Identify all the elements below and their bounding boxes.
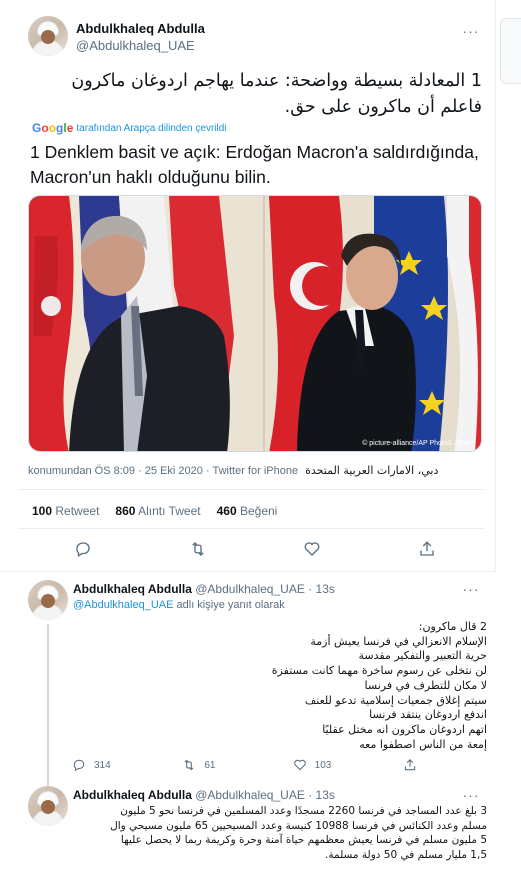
reply-text-line: 3 بلغ عدد المساجد في فرنسا 2260 مسجدًا و… [120, 805, 487, 817]
author-name[interactable]: Abdulkhaleq Abdulla [73, 788, 192, 802]
reply-icon[interactable] [74, 540, 92, 558]
replies-count: 314 [94, 759, 111, 771]
more-options-icon[interactable]: ··· [462, 24, 480, 42]
reply-time[interactable]: · 13s [308, 788, 335, 802]
reply-icon[interactable] [72, 758, 86, 772]
reply-text-line: اندفع اردوغان ينتقد فرنسا [369, 708, 487, 722]
tweet-timestamp[interactable]: konumundan ÖS 8:09 · 25 Eki 2020 · Twitt… [28, 465, 298, 477]
share-icon[interactable] [418, 540, 436, 558]
avatar[interactable] [28, 16, 68, 56]
retweet-icon[interactable] [182, 758, 196, 772]
reply-to-mention[interactable]: @Abdulkhaleq_UAE [73, 599, 173, 611]
translation-attribution-text: tarafından Arapça dilinden çevrildi [76, 122, 227, 134]
tweet-photo[interactable]: © picture-alliance/AP Photo/L. Marin [28, 195, 482, 452]
reply-text-line: حرية التعبير والتفكير مقدسة [358, 649, 487, 663]
reply-time[interactable]: · 13s [308, 582, 335, 596]
author-handle[interactable]: @Abdulkhaleq_UAE [76, 38, 195, 53]
share-icon[interactable] [403, 758, 417, 772]
reply-text: 2 قال ماكرون: الإسلام الانعزالي في فرنسا… [73, 620, 487, 752]
translation-attribution[interactable]: Google tarafından Arapça dilinden çevril… [32, 121, 227, 135]
photo-credit: © picture-alliance/AP Photo/L. Marin [362, 440, 475, 447]
reply-actions: 314 61 103 [72, 758, 417, 772]
replying-to: @Abdulkhaleq_UAE adlı kişiye yanıt olara… [73, 599, 285, 611]
reply-text-line: 1,5 مليار مسلم في 50 دولة مسلمة. [325, 848, 487, 861]
avatar[interactable] [28, 580, 68, 620]
author-handle[interactable]: @Abdulkhaleq_UAE [195, 788, 305, 802]
reply-text-line: 2 قال ماكرون: [418, 620, 487, 633]
side-panel-edge [500, 18, 521, 84]
reply-to-suffix: adlı kişiye yanıt olarak [176, 599, 285, 611]
reply-text-line: الإسلام الانعزالي في فرنسا يعيش أزمة [310, 634, 487, 648]
google-logo-icon: Google [32, 121, 74, 135]
tweet-meta: konumundan ÖS 8:09 · 25 Eki 2020 · Twitt… [28, 464, 438, 477]
quotes-label: Alıntı Tweet [138, 504, 201, 518]
retweets-label: Retweet [55, 504, 100, 518]
reply-header: Abdulkhaleq Abdulla @Abdulkhaleq_UAE · 1… [73, 788, 335, 802]
like-action[interactable]: 103 [293, 758, 333, 772]
divider [18, 489, 484, 490]
likes-stat[interactable]: 460 Beğeni [217, 504, 278, 518]
likes-count: 460 [216, 504, 237, 518]
side-panel-strip [496, 0, 521, 871]
reply-text-line: لا مكان للتطرف في فرنسا [364, 678, 487, 692]
tweet-location[interactable]: دبي، الامارات العربية المتحدة [305, 464, 438, 477]
author-handle[interactable]: @Abdulkhaleq_UAE [195, 582, 305, 596]
reply-text-line: اتهم اردوغان ماكرون انه مختل عقليًا [322, 722, 487, 736]
avatar[interactable] [28, 786, 68, 826]
reply-text-line: لن نتخلى عن رسوم ساخرة مهما كانت مستفزة [271, 664, 487, 678]
reply-tweet[interactable]: Abdulkhaleq Abdulla @Abdulkhaleq_UAE · 1… [0, 778, 496, 871]
retweet-icon[interactable] [189, 540, 207, 558]
share-action[interactable] [403, 758, 417, 772]
tweet-actions [74, 540, 436, 558]
reply-text: 3 بلغ عدد المساجد في فرنسا 2260 مسجدًا و… [73, 804, 487, 862]
retweets-count: 61 [204, 759, 216, 771]
thread-line [47, 624, 49, 786]
quotes-count: 860 [115, 504, 136, 518]
retweets-stat[interactable]: 100 Retweet [32, 504, 99, 518]
retweets-count: 100 [32, 504, 53, 518]
reply-text-line: إمعة من الناس اصطفوا معه [359, 737, 487, 751]
likes-label: Beğeni [239, 504, 278, 518]
reply-header: Abdulkhaleq Abdulla @Abdulkhaleq_UAE · 1… [73, 582, 335, 596]
reply-action[interactable]: 314 [72, 758, 112, 772]
reply-tweet[interactable]: Abdulkhaleq Abdulla @Abdulkhaleq_UAE · 1… [0, 571, 496, 786]
like-icon[interactable] [303, 540, 321, 558]
photo-erdogan-macron [29, 196, 481, 451]
tweet-stats: 100 Retweet 860 Alıntı Tweet 460 Beğeni [32, 504, 277, 518]
author-name[interactable]: Abdulkhaleq Abdulla [76, 21, 205, 36]
author-name[interactable]: Abdulkhaleq Abdulla [73, 582, 192, 596]
translation-text: 1 Denklem basit ve açık: Erdoğan Macron'… [30, 142, 479, 187]
main-tweet: Abdulkhaleq Abdulla @Abdulkhaleq_UAE ···… [0, 0, 496, 570]
quotes-stat[interactable]: 860 Alıntı Tweet [115, 504, 200, 518]
tweet-text-arabic: 1 المعادلة بسيطة وواضحة: عندما يهاجم ارد… [71, 71, 482, 117]
reply-text-line: مسلم وعدد الكنائس في فرنسا 10988 كنيسة و… [110, 819, 487, 832]
more-options-icon[interactable]: ··· [462, 582, 480, 600]
retweet-action[interactable]: 61 [182, 758, 222, 772]
like-icon[interactable] [293, 758, 307, 772]
likes-count: 103 [314, 759, 332, 771]
reply-text-line: 5 مليون مسلم في فرنسا يعيش معظمهم حياة آ… [120, 834, 487, 846]
divider [18, 528, 484, 529]
reply-text-line: سيتم إغلاق جمعيات إسلامية تدعو للعنف [304, 693, 487, 707]
